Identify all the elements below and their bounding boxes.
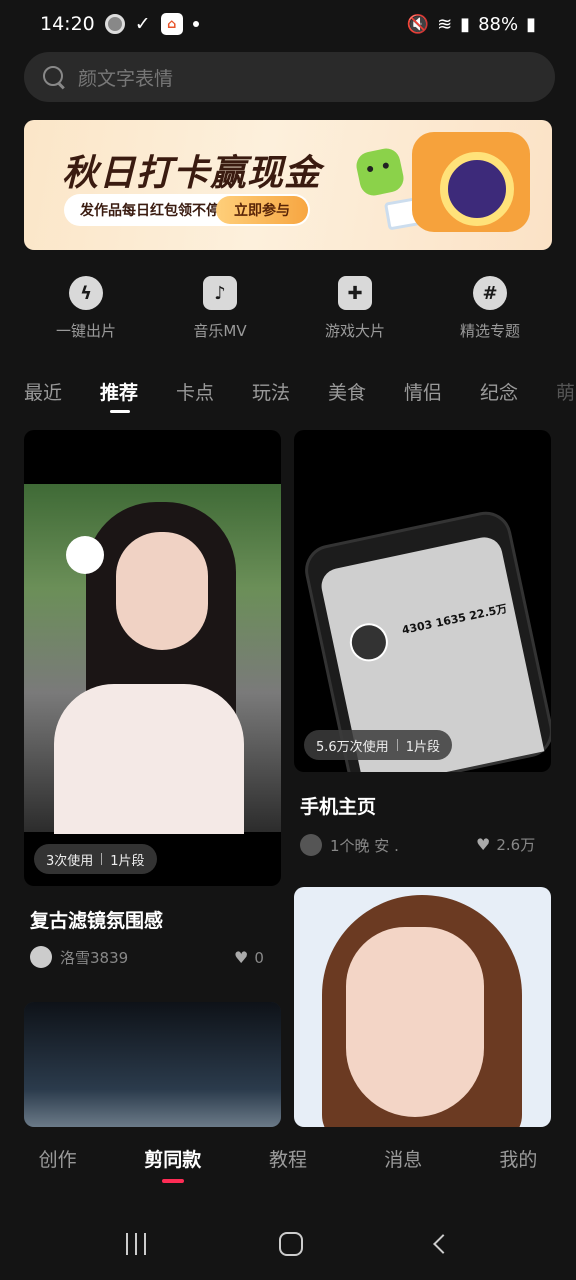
template-title[interactable]: 复古滤镜氛围感 xyxy=(30,906,163,933)
search-input[interactable]: 颜文字表情 xyxy=(78,64,173,91)
nav-tutorials[interactable]: 教程 xyxy=(230,1145,345,1172)
heart-icon: ♥ xyxy=(234,948,249,967)
segment-count: 1片段 xyxy=(110,853,145,869)
battery-icon: ▮ xyxy=(526,13,536,35)
template-author[interactable]: 洛雪3839 xyxy=(30,946,128,968)
join-now-button[interactable]: 立即参与 xyxy=(216,196,308,224)
green-mascot-icon xyxy=(353,145,407,199)
tab-couples[interactable]: 情侣 xyxy=(404,378,480,418)
quick-action-label: 音乐MV xyxy=(193,322,247,340)
shop-notification-icon: ⌂ xyxy=(160,13,183,35)
signal-icon: ▮ xyxy=(460,13,471,35)
template-thumbnail xyxy=(24,1002,281,1127)
template-card[interactable] xyxy=(24,1002,281,1127)
avatar xyxy=(300,834,322,856)
quick-action-label: 一键出片 xyxy=(55,322,116,340)
tab-memorial[interactable]: 纪念 xyxy=(480,378,556,418)
wifi-icon: ≋ xyxy=(437,13,453,35)
mute-icon: 🔇 xyxy=(406,13,430,35)
quick-actions: ϟ 一键出片 ♪ 音乐MV ✚ 游戏大片 # 精选专题 xyxy=(0,276,576,346)
usage-count: 5.6万次使用 xyxy=(316,739,389,755)
segment-count: 1片段 xyxy=(405,739,440,755)
like-count[interactable]: ♥ 0 xyxy=(234,948,264,967)
quick-action-label: 游戏大片 xyxy=(324,322,385,340)
search-bar[interactable]: 颜文字表情 xyxy=(24,52,555,102)
lightning-icon: ϟ xyxy=(69,276,103,310)
tab-gameplay[interactable]: 玩法 xyxy=(252,378,328,418)
quick-action-one-click[interactable]: ϟ 一键出片 xyxy=(36,276,136,341)
camera-illustration xyxy=(412,132,530,232)
banner-subtitle: 发作品每日红包领不停 xyxy=(80,203,220,219)
more-notifications-icon xyxy=(192,21,199,27)
like-count[interactable]: ♥ 2.6万 xyxy=(476,834,535,855)
system-navigation xyxy=(0,1207,576,1280)
battery-level: 88% xyxy=(478,13,519,35)
heart-icon: ♥ xyxy=(476,835,491,854)
recent-apps-icon[interactable] xyxy=(126,1232,147,1255)
tab-recent[interactable]: 最近 xyxy=(24,378,100,418)
banner-subtitle-pill: 发作品每日红包领不停 立即参与 xyxy=(64,194,310,226)
template-card[interactable]: 4303 1635 22.5万 5.6万次使用 1片段 xyxy=(294,430,551,772)
quick-action-game[interactable]: ✚ 游戏大片 xyxy=(305,276,405,341)
gamepad-icon: ✚ xyxy=(338,276,372,310)
back-icon[interactable] xyxy=(432,1233,453,1254)
app-notification-icon xyxy=(104,14,125,34)
search-icon xyxy=(42,65,66,89)
author-name: 洛雪3839 xyxy=(60,948,129,967)
likes-value: 2.6万 xyxy=(496,836,536,854)
quick-action-music-mv[interactable]: ♪ 音乐MV xyxy=(170,276,270,341)
status-time: 14:20 xyxy=(40,13,95,35)
nav-profile[interactable]: 我的 xyxy=(461,1145,576,1172)
usage-count: 3次使用 xyxy=(46,853,94,869)
home-icon[interactable] xyxy=(278,1231,303,1256)
likes-value: 0 xyxy=(254,948,264,967)
tab-recommended[interactable]: 推荐 xyxy=(100,378,176,418)
music-note-icon: ♪ xyxy=(203,276,237,310)
tab-food[interactable]: 美食 xyxy=(328,378,404,418)
template-card[interactable]: 3次使用 1片段 xyxy=(24,430,281,886)
quick-action-label: 精选专题 xyxy=(459,322,520,340)
check-icon: ✓ xyxy=(134,13,151,35)
template-card[interactable] xyxy=(294,887,551,1127)
bottom-navigation: 创作 剪同款 教程 消息 我的 xyxy=(0,1127,576,1207)
template-author[interactable]: 1个晚 安 . xyxy=(300,834,399,856)
tab-cute[interactable]: 萌 xyxy=(556,378,576,418)
promo-banner[interactable]: 秋日打卡赢现金 发作品每日红包领不停 立即参与 xyxy=(24,120,552,250)
nav-messages[interactable]: 消息 xyxy=(346,1145,461,1172)
template-title[interactable]: 手机主页 xyxy=(300,792,376,819)
usage-badge: 5.6万次使用 1片段 xyxy=(304,730,452,760)
status-bar: 14:20 ✓ ⌂ 🔇 ≋ ▮ 88% ▮ xyxy=(0,0,576,48)
nav-templates[interactable]: 剪同款 xyxy=(115,1145,230,1183)
template-thumbnail xyxy=(24,484,281,834)
phone-screen-stats: 4303 1635 22.5万 xyxy=(400,602,509,637)
nav-create[interactable]: 创作 xyxy=(0,1145,115,1172)
usage-badge: 3次使用 1片段 xyxy=(34,844,157,874)
author-name: 1个晚 安 . xyxy=(330,836,399,855)
category-tabs: 最近 推荐 卡点 玩法 美食 情侣 纪念 萌 xyxy=(24,378,576,418)
avatar xyxy=(30,946,52,968)
banner-title: 秋日打卡赢现金 xyxy=(62,153,322,194)
tab-beat-sync[interactable]: 卡点 xyxy=(176,378,252,418)
quick-action-topics[interactable]: # 精选专题 xyxy=(440,276,540,341)
hashtag-icon: # xyxy=(473,276,507,310)
